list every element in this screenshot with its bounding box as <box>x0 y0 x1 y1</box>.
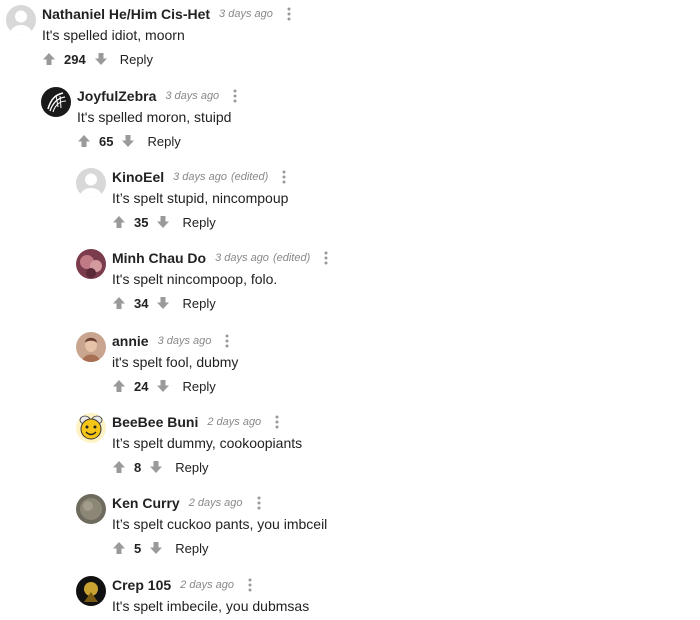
vote-count: 8 <box>134 459 142 475</box>
user-avatar[interactable] <box>76 494 106 524</box>
reply-button[interactable]: Reply <box>182 296 215 311</box>
vote-count: 35 <box>134 214 149 230</box>
comment-text: It’s spelt cuckoo pants, you imbceil <box>112 516 328 532</box>
downvote-icon[interactable] <box>156 296 170 310</box>
author-name[interactable]: annie <box>112 333 149 349</box>
upvote-icon[interactable] <box>112 215 126 229</box>
comment-text: it's spelt fool, dubmy <box>112 354 239 370</box>
bee-avatar-icon <box>76 413 106 443</box>
more-options-icon[interactable] <box>283 7 295 21</box>
edited-label: (edited) <box>272 252 311 264</box>
upvote-icon[interactable] <box>42 52 56 66</box>
photo-avatar-icon <box>76 576 106 606</box>
timestamp[interactable]: 3 days ago <box>215 252 269 264</box>
reply-button[interactable]: Reply <box>120 52 153 67</box>
timestamp[interactable]: 2 days ago <box>180 579 234 591</box>
downvote-icon[interactable] <box>121 134 135 148</box>
timestamp[interactable]: 3 days ago <box>173 171 227 183</box>
more-options-icon[interactable] <box>229 89 241 103</box>
user-avatar[interactable] <box>76 413 106 443</box>
photo-avatar-icon <box>76 494 106 524</box>
upvote-icon[interactable] <box>112 541 126 555</box>
timestamp[interactable]: 2 days ago <box>189 497 243 509</box>
photo-avatar-icon <box>76 332 106 362</box>
reply-button[interactable]: Reply <box>182 379 215 394</box>
timestamp[interactable]: 3 days ago <box>165 90 219 102</box>
user-avatar[interactable] <box>76 576 106 606</box>
upvote-icon[interactable] <box>112 296 126 310</box>
author-name[interactable]: Crep 105 <box>112 577 171 593</box>
reply-button[interactable]: Reply <box>182 215 215 230</box>
user-avatar[interactable] <box>76 249 106 279</box>
photo-avatar-icon <box>76 249 106 279</box>
vote-count: 65 <box>99 133 114 149</box>
reply-button[interactable]: Reply <box>147 134 180 149</box>
user-avatar[interactable] <box>76 168 106 198</box>
timestamp[interactable]: 3 days ago <box>219 8 273 20</box>
more-options-icon[interactable] <box>278 170 290 184</box>
zebra-avatar-icon <box>41 87 71 117</box>
vote-count: 34 <box>134 295 149 311</box>
comment-text: It’s spelt dummy, cookoopiants <box>112 435 303 451</box>
edited-label: (edited) <box>230 171 269 183</box>
default-avatar-icon <box>6 5 36 35</box>
upvote-icon[interactable] <box>112 460 126 474</box>
timestamp[interactable]: 2 days ago <box>207 416 261 428</box>
downvote-icon[interactable] <box>94 52 108 66</box>
comment-text: It's spelt imbecile, you dubmsas <box>112 598 310 614</box>
comment-text: It’s spelt stupid, nincompoup <box>112 190 289 206</box>
comment-text: It's spelled moron, stuipd <box>77 109 232 125</box>
downvote-icon[interactable] <box>156 215 170 229</box>
user-avatar[interactable] <box>6 5 36 35</box>
author-name[interactable]: Minh Chau Do <box>112 250 206 266</box>
more-options-icon[interactable] <box>221 334 233 348</box>
downvote-icon[interactable] <box>149 460 163 474</box>
default-avatar-icon <box>76 168 106 198</box>
more-options-icon[interactable] <box>253 496 265 510</box>
downvote-icon[interactable] <box>149 541 163 555</box>
comment-text: It's spelled idiot, moorn <box>42 27 185 43</box>
vote-count: 24 <box>134 378 149 394</box>
vote-count: 294 <box>64 51 86 67</box>
user-avatar[interactable] <box>41 87 71 117</box>
more-options-icon[interactable] <box>244 578 256 592</box>
reply-button[interactable]: Reply <box>175 460 208 475</box>
upvote-icon[interactable] <box>77 134 91 148</box>
author-name[interactable]: BeeBee Buni <box>112 414 198 430</box>
reply-button[interactable]: Reply <box>175 541 208 556</box>
timestamp[interactable]: 3 days ago <box>158 335 212 347</box>
vote-count: 5 <box>134 540 142 556</box>
comment-text: It's spelt nincompoop, folo. <box>112 271 278 287</box>
more-options-icon[interactable] <box>320 251 332 265</box>
author-name[interactable]: KinoEel <box>112 169 164 185</box>
author-name[interactable]: JoyfulZebra <box>77 88 156 104</box>
upvote-icon[interactable] <box>112 379 126 393</box>
author-name[interactable]: Ken Curry <box>112 495 180 511</box>
author-name[interactable]: Nathaniel He/Him Cis-Het <box>42 6 210 22</box>
more-options-icon[interactable] <box>271 415 283 429</box>
downvote-icon[interactable] <box>156 379 170 393</box>
user-avatar[interactable] <box>76 332 106 362</box>
